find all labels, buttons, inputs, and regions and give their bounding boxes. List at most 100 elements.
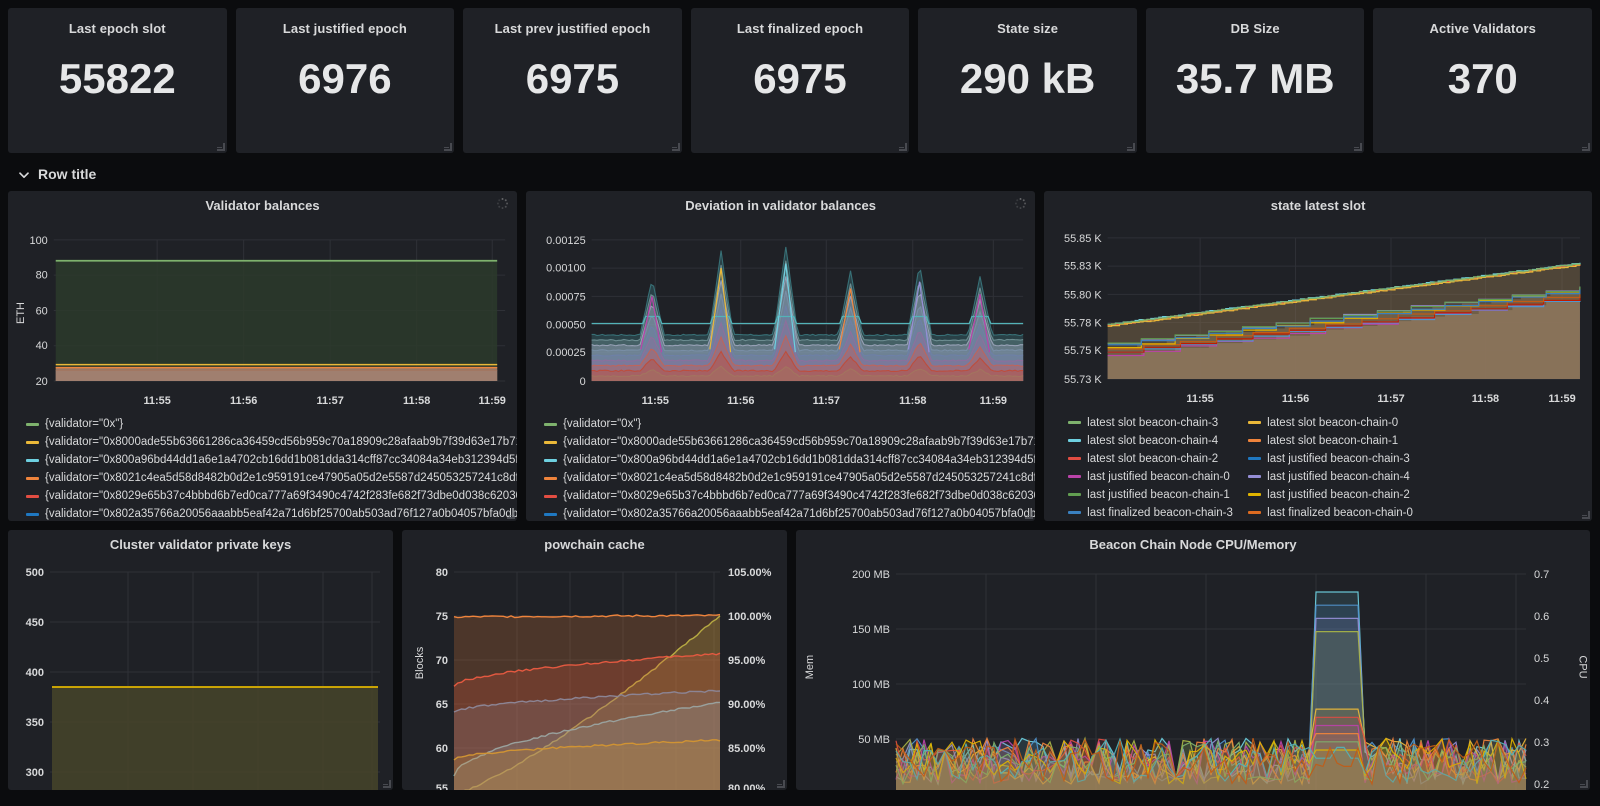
panel-resize-handle[interactable] xyxy=(1024,510,1034,519)
svg-text:55.85 K: 55.85 K xyxy=(1064,233,1102,245)
legend-label: {validator="0x8021c4ea5d58d8482b0d2e1c95… xyxy=(45,472,518,485)
svg-text:500: 500 xyxy=(26,567,44,579)
svg-text:55.83 K: 55.83 K xyxy=(1064,261,1102,273)
grafana-dashboard: Last epoch slot 55822 Last justified epoch… xyxy=(0,0,1600,806)
legend-label: {validator="0x"} xyxy=(563,418,642,431)
svg-text:105.00%: 105.00% xyxy=(728,567,772,579)
stat-panel[interactable]: Last prev justified epoch 6975 xyxy=(463,8,682,153)
legend-item[interactable]: {validator="0x8021c4ea5d58d8482b0d2e1c95… xyxy=(544,469,1035,487)
panel-resize-handle[interactable] xyxy=(1126,142,1135,151)
svg-text:55.80 K: 55.80 K xyxy=(1064,290,1102,302)
dashboard-row-header[interactable]: Row title xyxy=(8,157,1592,191)
legend-item[interactable]: latest slot beacon-chain-4 xyxy=(1068,432,1248,450)
legend-item[interactable]: {validator="0x"} xyxy=(26,415,517,433)
svg-text:0.00125: 0.00125 xyxy=(546,234,585,246)
chart-deviation: 0.00125 0.00100 0.00075 0.00050 0.00025 0 1… xyxy=(546,234,1024,407)
legend-item[interactable]: {validator="0x800a96bd44dd1a6e1a4702cb16… xyxy=(26,451,517,469)
stat-panel[interactable]: Active Validators 370 xyxy=(1373,8,1593,153)
legend-item[interactable]: last finalized beacon-chain-0 xyxy=(1248,504,1428,521)
svg-text:55: 55 xyxy=(436,783,448,790)
legend-label: latest slot beacon-chain-2 xyxy=(1087,452,1219,465)
panel-resize-handle[interactable] xyxy=(382,779,391,788)
legend-label: {validator="0x8000ade55b63661286ca36459c… xyxy=(45,436,518,449)
svg-text:300: 300 xyxy=(26,767,44,779)
plot-area-powchain-cache: Blocks 80 75 70 65 60 55 105.00% 100.00%… xyxy=(402,554,787,790)
stat-panel[interactable]: Last justified epoch 6976 xyxy=(235,8,455,153)
y-axis-label-left: Mem xyxy=(804,655,817,680)
panel-resize-handle[interactable] xyxy=(671,142,680,151)
svg-text:0.4: 0.4 xyxy=(1534,695,1549,707)
panel-title: powchain cache xyxy=(544,537,645,552)
legend-label: {validator="0x8021c4ea5d58d8482b0d2e1c95… xyxy=(563,472,1036,485)
legend-color-swatch xyxy=(1248,457,1262,461)
legend-item[interactable]: {validator="0x8000ade55b63661286ca36459c… xyxy=(544,433,1035,451)
legend-item[interactable]: last justified beacon-chain-3 xyxy=(1248,450,1428,468)
panel-cluster-validator-private-keys: Cluster validator private keys 500 450 4… xyxy=(8,530,393,790)
svg-text:11:57: 11:57 xyxy=(316,395,343,407)
legend-label: {validator="0x8029e65b37c4bbbd6b7ed0ca77… xyxy=(563,490,1036,503)
legend-color-swatch xyxy=(1068,457,1082,461)
legend-item[interactable]: {validator="0x802a35766a20056aaabb5eaf42… xyxy=(26,505,517,521)
legend-item[interactable]: last finalized beacon-chain-3 xyxy=(1068,504,1248,521)
panel-resize-handle[interactable] xyxy=(216,142,225,151)
legend-item[interactable]: {validator="0x8029e65b37c4bbbd6b7ed0ca77… xyxy=(26,487,517,505)
legend-item[interactable]: {validator="0x802a35766a20056aaabb5eaf42… xyxy=(544,505,1035,521)
panel-resize-handle[interactable] xyxy=(443,142,453,151)
svg-text:65: 65 xyxy=(436,699,448,711)
stat-panel[interactable]: Last epoch slot 55822 xyxy=(8,8,227,153)
svg-text:100: 100 xyxy=(30,234,48,246)
panel-resize-handle[interactable] xyxy=(1581,142,1591,151)
svg-text:150 MB: 150 MB xyxy=(852,624,890,636)
legend-label: last justified beacon-chain-0 xyxy=(1087,470,1230,483)
legend-item[interactable]: latest slot beacon-chain-0 xyxy=(1248,414,1428,432)
stat-title: Active Validators xyxy=(1429,21,1536,36)
panel-state-latest-slot: state latest slot 55.85 K55.83 K 55.80 xyxy=(1044,191,1592,521)
legend-item[interactable]: last justified beacon-chain-1 xyxy=(1068,486,1248,504)
panel-resize-handle[interactable] xyxy=(1579,779,1588,788)
stat-panel[interactable]: State size 290 kB xyxy=(918,8,1137,153)
svg-text:0.00050: 0.00050 xyxy=(546,319,585,331)
legend-item[interactable]: {validator="0x8000ade55b63661286ca36459c… xyxy=(26,433,517,451)
legend-color-swatch xyxy=(26,512,39,516)
plot-area-deviation: 0.00125 0.00100 0.00075 0.00050 0.00025 0 1… xyxy=(526,215,1035,412)
legend-color-swatch xyxy=(544,476,558,480)
svg-text:90.00%: 90.00% xyxy=(728,699,766,711)
panel-powchain-cache: powchain cache Blocks 80 75 70 65 60 55 … xyxy=(402,530,787,790)
stat-value: 290 kB xyxy=(959,55,1096,102)
legend-item[interactable]: {validator="0x"} xyxy=(544,415,1035,433)
legend-color-swatch xyxy=(26,494,39,498)
svg-text:80: 80 xyxy=(436,567,448,579)
legend-label: {validator="0x"} xyxy=(45,418,124,431)
loading-spinner-icon xyxy=(1014,197,1027,210)
legend-item[interactable]: latest slot beacon-chain-3 xyxy=(1068,414,1248,432)
legend-item[interactable]: latest slot beacon-chain-2 xyxy=(1068,450,1248,468)
stat-panel[interactable]: DB Size 35.7 MB xyxy=(1145,8,1365,153)
panel-resize-handle[interactable] xyxy=(776,779,785,788)
legend-validator-balances: {validator="0x"} {validator="0x8000ade55b… xyxy=(8,411,517,521)
svg-text:95.00%: 95.00% xyxy=(728,655,766,667)
panel-resize-handle[interactable] xyxy=(898,142,908,151)
svg-text:11:57: 11:57 xyxy=(1377,393,1404,405)
legend-item[interactable]: {validator="0x8021c4ea5d58d8482b0d2e1c95… xyxy=(26,469,517,487)
y-axis-label: ETH xyxy=(15,302,27,325)
panel-resize-handle[interactable] xyxy=(1353,142,1363,151)
panel-title: Validator balances xyxy=(205,198,320,213)
legend-label: {validator="0x802a35766a20056aaabb5eaf42… xyxy=(45,508,518,521)
legend-item[interactable]: {validator="0x8029e65b37c4bbbd6b7ed0ca77… xyxy=(544,487,1035,505)
panel-title: Deviation in validator balances xyxy=(685,198,876,213)
stat-panel-row: Last epoch slot 55822 Last justified epoch… xyxy=(8,8,1593,153)
legend-item[interactable]: last justified beacon-chain-2 xyxy=(1248,486,1428,504)
legend-label: latest slot beacon-chain-0 xyxy=(1267,416,1399,429)
svg-text:80.00%: 80.00% xyxy=(728,783,766,790)
stat-panel[interactable]: Last finalized epoch 6975 xyxy=(690,8,910,153)
legend-item[interactable]: last justified beacon-chain-0 xyxy=(1068,468,1248,486)
legend-item[interactable]: {validator="0x800a96bd44dd1a6e1a4702cb16… xyxy=(544,451,1035,469)
panel-resize-handle[interactable] xyxy=(506,510,516,519)
stat-title: Last epoch slot xyxy=(68,21,166,36)
chevron-down-icon[interactable] xyxy=(18,168,30,180)
legend-item[interactable]: latest slot beacon-chain-1 xyxy=(1248,432,1428,450)
legend-item[interactable]: last justified beacon-chain-4 xyxy=(1248,468,1428,486)
panel-resize-handle[interactable] xyxy=(1581,510,1590,519)
legend-label: {validator="0x802a35766a20056aaabb5eaf42… xyxy=(563,508,1036,521)
svg-text:55.73 K: 55.73 K xyxy=(1064,374,1102,386)
